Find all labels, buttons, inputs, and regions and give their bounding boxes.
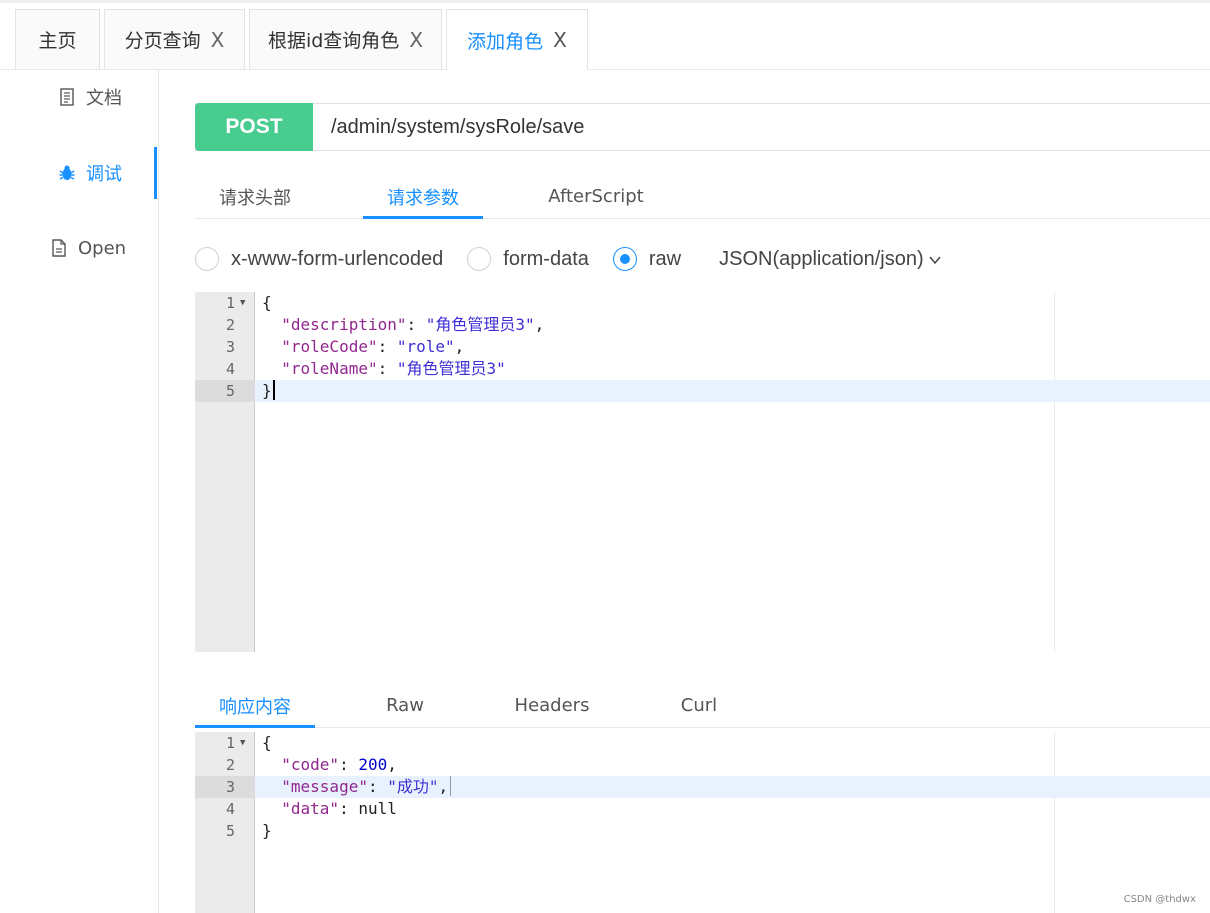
method-badge[interactable]: POST (195, 102, 313, 151)
response-body-viewer[interactable]: 1 ▼ { 2 "code": 200, 3 "message": "成功", … (195, 732, 1210, 913)
json-key: "roleName" (281, 359, 378, 378)
content-type-dropdown[interactable]: JSON(application/json) (719, 248, 942, 271)
tab-add-role-label: 添加角色 (467, 30, 544, 53)
code-token: { (262, 733, 272, 752)
line-number: 4 (225, 360, 235, 378)
close-icon[interactable]: X (409, 30, 423, 50)
watermark: CSDN @thdwx (1123, 894, 1196, 905)
line-number: 1 (225, 734, 235, 752)
radio-circle[interactable] (612, 247, 637, 271)
tab-page-query-label: 分页查询 (124, 30, 201, 52)
request-body-editor[interactable]: 1 ▼ { 2 "description": "角色管理员3", 3 "role… (195, 292, 1210, 652)
code-line: 1 ▼ { (195, 292, 1210, 314)
tab-home[interactable]: 主页 (15, 9, 100, 69)
response-tabs: 响应内容 Raw Headers Curl (195, 683, 1210, 728)
tab-home-label: 主页 (38, 30, 77, 52)
sidebar-item-label: Open (78, 237, 127, 259)
text-cursor (272, 380, 275, 400)
top-strip (0, 0, 1210, 3)
line-number: 1 (225, 294, 235, 312)
sidebar-item-label: 文档 (86, 88, 122, 109)
close-icon[interactable]: X (211, 30, 225, 50)
tab-query-role-by-id[interactable]: 根据id查询角色 X (249, 9, 442, 69)
json-string: "role" (396, 337, 455, 356)
radio-label: form-data (503, 247, 589, 270)
json-key: "message" (281, 777, 368, 796)
json-null: null (358, 799, 397, 818)
tab-request-params[interactable]: 请求参数 (363, 174, 483, 219)
line-number: 5 (225, 822, 235, 840)
json-key: "roleCode" (281, 337, 378, 356)
sidebar-active-indicator (154, 147, 157, 199)
code-line: 5 } (195, 820, 1210, 842)
radio-raw[interactable]: raw (612, 247, 682, 271)
tab-curl[interactable]: Curl (639, 683, 759, 728)
content-type-value: JSON(application/json) (719, 247, 924, 270)
sidebar-item-open[interactable]: Open (50, 228, 165, 268)
line-number: 3 (225, 338, 235, 356)
json-string: "角色管理员3" (396, 359, 506, 378)
request-tabs: 请求头部 请求参数 AfterScript (195, 174, 1210, 219)
json-string: "角色管理员3" (425, 315, 535, 334)
tab-after-script[interactable]: AfterScript (536, 174, 656, 219)
line-number: 4 (225, 800, 235, 818)
radio-form-data[interactable]: form-data (467, 247, 589, 271)
tab-active-underline (363, 216, 483, 219)
top-tab-bar: 主页 分页查询 X 根据id查询角色 X 添加角色 X (0, 0, 1210, 70)
json-number: 200 (358, 755, 388, 774)
code-token: } (262, 381, 272, 400)
sidebar-item-label: 调试 (86, 164, 122, 185)
request-url-bar: POST /admin/system/sysRole/save (195, 102, 1210, 151)
radio-urlencoded[interactable]: x-www-form-urlencoded (195, 247, 443, 271)
bug-icon (58, 164, 76, 182)
code-token: { (262, 293, 272, 312)
json-string: "成功" (387, 777, 439, 796)
fold-arrow-icon[interactable]: ▼ (240, 732, 245, 754)
close-icon[interactable]: X (553, 30, 567, 50)
code-line-active: 5 } (195, 380, 1210, 402)
radio-circle[interactable] (195, 247, 219, 271)
code-line: 1 ▼ { (195, 732, 1210, 754)
tab-response-content[interactable]: 响应内容 (195, 683, 315, 728)
radio-label: raw (648, 247, 682, 270)
json-key: "data" (281, 799, 340, 818)
code-line: 4 "data": null (195, 798, 1210, 820)
line-number: 2 (225, 756, 235, 774)
url-input[interactable]: /admin/system/sysRole/save (313, 116, 584, 139)
radio-circle[interactable] (467, 247, 492, 271)
radio-label: x-www-form-urlencoded (231, 247, 444, 270)
json-key: "description" (281, 315, 407, 334)
code-line: 4 "roleName": "角色管理员3" (195, 358, 1210, 380)
line-number: 3 (225, 778, 235, 796)
line-number: 5 (225, 382, 235, 400)
file-icon (50, 239, 68, 257)
json-key: "code" (281, 755, 340, 774)
tab-raw[interactable]: Raw (345, 683, 465, 728)
body-type-selector: x-www-form-urlencoded form-data raw JSON… (195, 244, 1210, 274)
code-line: 3 "roleCode": "role", (195, 336, 1210, 358)
sidebar-item-docs[interactable]: 文档 (58, 77, 173, 117)
line-number: 2 (225, 316, 235, 334)
tab-add-role[interactable]: 添加角色 X (446, 9, 588, 70)
tab-request-headers[interactable]: 请求头部 (195, 174, 315, 219)
code-line-active: 3 "message": "成功", (195, 776, 1210, 798)
tab-page-query[interactable]: 分页查询 X (104, 9, 245, 69)
tab-headers[interactable]: Headers (492, 683, 612, 728)
text-cursor (450, 776, 452, 796)
fold-arrow-icon[interactable]: ▼ (240, 292, 245, 314)
code-token: } (262, 821, 272, 840)
document-icon (58, 88, 76, 106)
tab-query-role-by-id-label: 根据id查询角色 (267, 30, 400, 52)
chevron-down-icon (928, 248, 942, 271)
tab-active-underline (195, 725, 315, 728)
sidebar: 文档 调试 Open (0, 70, 159, 913)
code-line: 2 "code": 200, (195, 754, 1210, 776)
code-line: 2 "description": "角色管理员3", (195, 314, 1210, 336)
